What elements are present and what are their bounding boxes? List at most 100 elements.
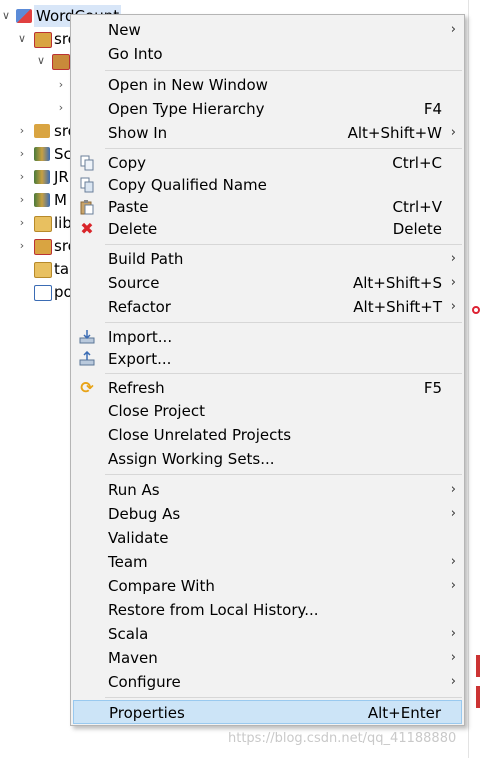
menu-item-shortcut: F5 bbox=[423, 379, 442, 397]
menu-item-delete[interactable]: ✖ Delete Delete bbox=[73, 217, 462, 241]
menu-item-go-into[interactable]: Go Into bbox=[73, 42, 462, 66]
menu-item-close-unrelated-projects[interactable]: Close Unrelated Projects bbox=[73, 423, 462, 447]
menu-item-paste[interactable]: Paste Ctrl+V bbox=[73, 195, 462, 219]
submenu-arrow-icon: › bbox=[450, 22, 456, 37]
collapse-arrow-icon[interactable]: ∨ bbox=[16, 28, 28, 50]
folder-icon bbox=[34, 216, 52, 232]
menu-item-export[interactable]: Export... bbox=[73, 347, 462, 371]
menu-item-validate[interactable]: Validate bbox=[73, 526, 462, 550]
folder-icon bbox=[34, 262, 52, 278]
menu-item-copy[interactable]: Copy Ctrl+C bbox=[73, 151, 462, 175]
menu-item-build-path[interactable]: Build Path › bbox=[73, 247, 462, 271]
tree-row[interactable]: ∨ bbox=[0, 50, 70, 72]
expand-arrow-icon[interactable]: › bbox=[16, 143, 28, 165]
tree-row[interactable]: › M bbox=[0, 189, 70, 211]
error-overview-marker bbox=[476, 686, 480, 708]
menu-item-compare-with[interactable]: Compare With › bbox=[73, 574, 462, 598]
collapse-arrow-icon[interactable]: ∨ bbox=[0, 5, 12, 27]
source-folder-icon bbox=[34, 124, 50, 138]
source-folder-icon bbox=[34, 32, 52, 48]
expand-arrow-icon[interactable]: › bbox=[16, 189, 28, 211]
menu-item-assign-working-sets[interactable]: Assign Working Sets... bbox=[73, 447, 462, 471]
expand-arrow-icon[interactable]: › bbox=[55, 97, 67, 119]
tree-row[interactable]: ta bbox=[0, 258, 70, 280]
watermark: https://blog.csdn.net/qq_41188880 bbox=[228, 731, 457, 746]
menu-item-label: Delete bbox=[108, 220, 158, 238]
refresh-icon: ⟳ bbox=[80, 378, 94, 397]
expand-arrow-icon[interactable]: › bbox=[16, 212, 28, 234]
tree-label: JR bbox=[54, 168, 69, 186]
menu-item-run-as[interactable]: Run As › bbox=[73, 478, 462, 502]
expand-arrow-icon[interactable]: › bbox=[16, 235, 28, 257]
menu-item-label: Show In bbox=[108, 124, 168, 142]
menu-separator bbox=[105, 244, 462, 245]
submenu-arrow-icon: › bbox=[450, 554, 456, 569]
menu-item-import[interactable]: Import... bbox=[73, 325, 462, 349]
submenu-arrow-icon: › bbox=[450, 674, 456, 689]
tree-label: M bbox=[54, 191, 67, 209]
export-icon bbox=[79, 350, 95, 367]
menu-item-shortcut: Alt+Shift+W bbox=[347, 124, 442, 142]
menu-separator bbox=[105, 474, 462, 475]
paste-icon bbox=[79, 199, 95, 215]
menu-item-copy-qualified-name[interactable]: Copy Qualified Name bbox=[73, 173, 462, 197]
menu-item-refresh[interactable]: ⟳ Refresh F5 bbox=[73, 376, 462, 400]
submenu-arrow-icon: › bbox=[450, 275, 456, 290]
menu-item-properties[interactable]: Properties Alt+Enter bbox=[73, 700, 462, 724]
menu-item-close-project[interactable]: Close Project bbox=[73, 399, 462, 423]
menu-item-label: Export... bbox=[108, 350, 172, 368]
menu-separator bbox=[105, 322, 462, 323]
tree-row[interactable]: › bbox=[0, 74, 70, 96]
menu-item-label: Validate bbox=[108, 529, 169, 547]
menu-item-debug-as[interactable]: Debug As › bbox=[73, 502, 462, 526]
tree-row[interactable]: po bbox=[0, 281, 73, 303]
tree-row[interactable]: › src bbox=[0, 235, 76, 257]
menu-item-label: Refresh bbox=[108, 379, 165, 397]
expand-arrow-icon[interactable]: › bbox=[16, 166, 28, 188]
menu-item-configure[interactable]: Configure › bbox=[73, 670, 462, 694]
menu-item-label: Source bbox=[108, 274, 160, 292]
menu-item-label: Build Path bbox=[108, 250, 184, 268]
menu-item-label: Run As bbox=[108, 481, 160, 499]
copy-icon bbox=[79, 155, 95, 171]
menu-item-label: Copy bbox=[108, 154, 147, 172]
submenu-arrow-icon: › bbox=[450, 506, 456, 521]
submenu-arrow-icon: › bbox=[450, 626, 456, 641]
menu-item-label: Open in New Window bbox=[108, 76, 268, 94]
source-folder-icon bbox=[34, 239, 52, 255]
package-icon bbox=[52, 54, 70, 70]
tree-row[interactable]: › lib bbox=[0, 212, 72, 234]
tree-row[interactable]: ∨ src bbox=[0, 28, 76, 50]
collapse-arrow-icon[interactable]: ∨ bbox=[35, 50, 47, 72]
menu-item-label: Copy Qualified Name bbox=[108, 176, 267, 194]
menu-item-open-type-hierarchy[interactable]: Open Type Hierarchy F4 bbox=[73, 97, 462, 121]
menu-item-new[interactable]: New › bbox=[73, 18, 462, 42]
menu-separator bbox=[105, 148, 462, 149]
editor-divider bbox=[468, 0, 469, 758]
library-icon bbox=[34, 193, 50, 207]
expand-arrow-icon[interactable]: › bbox=[55, 74, 67, 96]
import-icon bbox=[79, 329, 95, 345]
menu-item-label: Restore from Local History... bbox=[108, 601, 319, 619]
menu-item-open-in-new-window[interactable]: Open in New Window bbox=[73, 73, 462, 97]
submenu-arrow-icon: › bbox=[450, 482, 456, 497]
menu-item-source[interactable]: Source Alt+Shift+S › bbox=[73, 271, 462, 295]
menu-item-label: Assign Working Sets... bbox=[108, 450, 275, 468]
menu-item-scala[interactable]: Scala › bbox=[73, 622, 462, 646]
menu-item-refactor[interactable]: Refactor Alt+Shift+T › bbox=[73, 295, 462, 319]
menu-item-shortcut: Ctrl+V bbox=[392, 198, 442, 216]
menu-item-shortcut: Alt+Shift+S bbox=[352, 274, 442, 292]
menu-separator bbox=[105, 373, 462, 374]
menu-item-team[interactable]: Team › bbox=[73, 550, 462, 574]
tree-label: ta bbox=[54, 260, 70, 278]
expand-arrow-icon[interactable]: › bbox=[16, 120, 28, 142]
tree-row[interactable]: › bbox=[0, 97, 70, 119]
menu-item-maven[interactable]: Maven › bbox=[73, 646, 462, 670]
tree-row[interactable]: › JR bbox=[0, 166, 70, 188]
tree-row[interactable]: › Sc bbox=[0, 143, 72, 165]
menu-item-label: Maven bbox=[108, 649, 158, 667]
menu-item-restore-from-local-history[interactable]: Restore from Local History... bbox=[73, 598, 462, 622]
menu-item-show-in[interactable]: Show In Alt+Shift+W › bbox=[73, 121, 462, 145]
tree-row[interactable]: › src bbox=[0, 120, 76, 142]
error-overview-marker bbox=[476, 655, 480, 677]
